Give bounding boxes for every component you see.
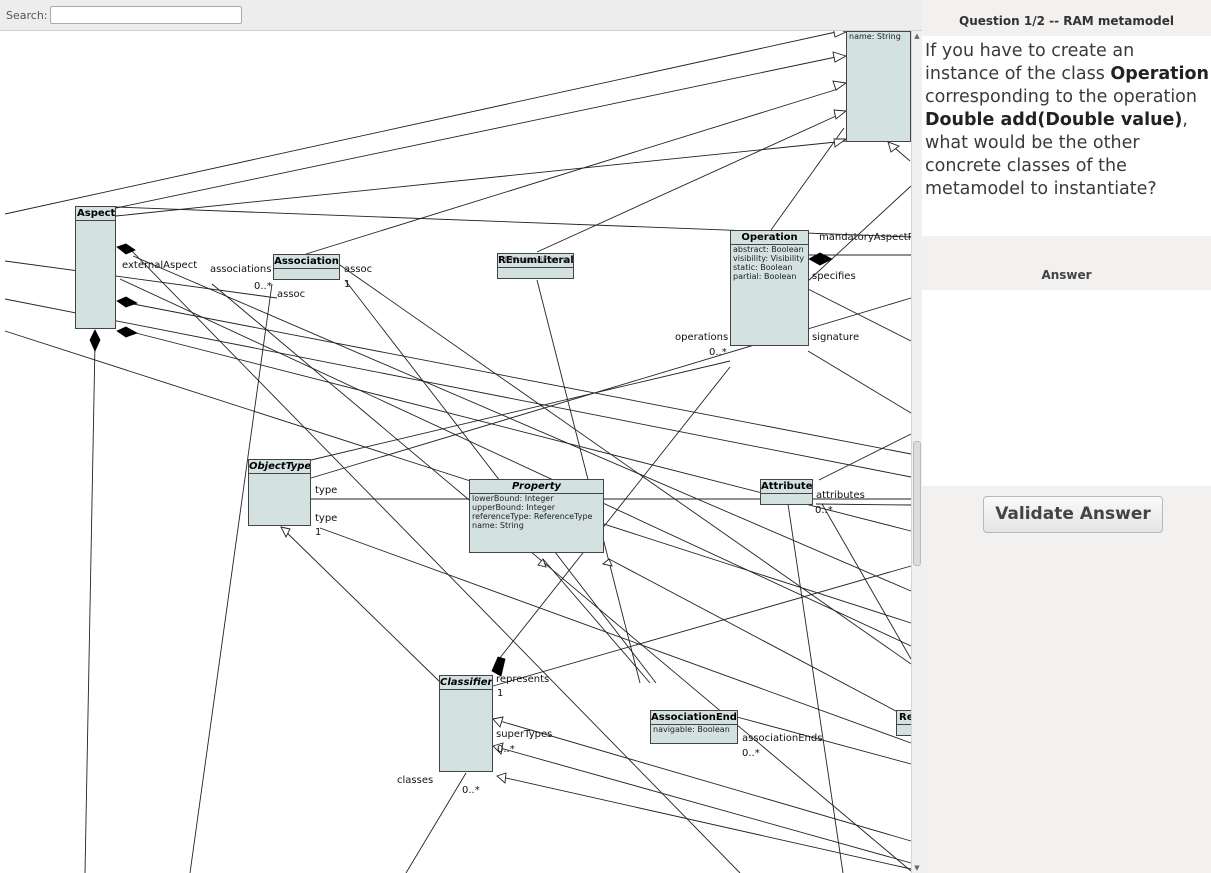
class-operation[interactable]: Operation abstract: Boolean visibility: … — [730, 230, 809, 346]
class-attribute[interactable]: Attribute — [760, 479, 813, 505]
label-multiplicity: 1 — [497, 688, 504, 699]
search-bar: Search: — [0, 0, 922, 31]
class-property-attr: upperBound: Integer — [472, 503, 556, 512]
class-renumliteral[interactable]: REnumLiteral RNamedElement — [497, 253, 574, 279]
class-property[interactable]: Property lowerBound: Integer upperBound:… — [469, 479, 604, 553]
label-multiplicity: 0..* — [815, 505, 833, 516]
scroll-up-icon[interactable]: ▲ — [912, 31, 922, 41]
class-classifier[interactable]: Classifier — [439, 675, 493, 772]
label-associationEnds: associationEnds — [742, 733, 823, 744]
label-attributes: attributes — [816, 490, 865, 501]
question-text-part: corresponding to the operation — [925, 87, 1197, 107]
answer-header: Answer — [1041, 268, 1092, 282]
question-text-part: If you have to create an instance of the… — [925, 41, 1135, 84]
class-operation-attr: visibility: Visibility — [733, 254, 805, 263]
question-body: If you have to create an instance of the… — [922, 36, 1211, 236]
class-property-attr: name: String — [472, 521, 524, 530]
class-objecttype-title: ObjectType — [249, 461, 310, 474]
label-associations: associations — [210, 264, 272, 275]
validate-answer-button[interactable]: Validate Answer — [983, 496, 1163, 533]
label-classes: classes — [397, 775, 434, 786]
class-aspect-title: Aspect — [76, 208, 115, 221]
class-association-title: Association — [274, 256, 339, 269]
class-operation-attr: static: Boolean — [733, 263, 793, 272]
scroll-down-icon[interactable]: ▼ — [912, 863, 922, 873]
class-property-title: Property — [470, 480, 603, 494]
class-re-partial[interactable]: Re — [896, 710, 912, 736]
label-signature: signature — [812, 332, 860, 343]
class-operation-title: Operation — [731, 231, 808, 245]
class-associationend[interactable]: AssociationEnd navigable: Boolean — [650, 710, 738, 744]
scrollbar-thumb[interactable] — [913, 441, 921, 566]
class-aspect[interactable]: Aspect — [75, 206, 116, 329]
question-operation-signature: Double add(Double value) — [925, 110, 1183, 130]
class-attribute-title: Attribute — [761, 481, 812, 494]
class-top-unnamed[interactable]: name: String — [846, 31, 911, 142]
class-renumliteral-title: REnumLiteral RNamedElement — [498, 254, 573, 268]
label-multiplicity: 1 — [344, 279, 351, 290]
search-label: Search: — [6, 9, 48, 22]
class-associationend-title: AssociationEnd — [651, 712, 737, 725]
class-association[interactable]: Association — [273, 254, 340, 280]
search-input[interactable] — [50, 6, 242, 24]
answer-area[interactable] — [922, 290, 1211, 486]
label-mandatoryAspectP: mandatoryAspectP — [819, 232, 914, 243]
label-operations: operations — [675, 332, 729, 343]
class-operation-attr: partial: Boolean — [733, 272, 797, 281]
question-text: If you have to create an instance of the… — [925, 40, 1211, 201]
label-multiplicity: 0..* — [709, 347, 727, 358]
question-header: Question 1/2 -- RAM metamodel — [922, 6, 1211, 36]
class-property-attr: lowerBound: Integer — [472, 494, 554, 503]
label-superTypes: superTypes — [496, 729, 553, 740]
class-renumliteral-overlap: RNamedElement — [504, 256, 573, 266]
label-multiplicity: 0..* — [462, 785, 480, 796]
label-assoc: assoc — [344, 264, 373, 275]
diagram-panel: Search: name: String Aspect Association … — [0, 0, 922, 873]
label-type: type — [315, 485, 338, 496]
class-associationend-attr: navigable: Boolean — [653, 725, 730, 734]
question-class-name: Operation — [1110, 64, 1209, 84]
label-multiplicity: 0..* — [742, 748, 760, 759]
label-represents: represents — [496, 674, 550, 685]
label-multiplicity: 0..* — [497, 744, 515, 755]
question-panel: Question 1/2 -- RAM metamodel If you hav… — [922, 0, 1211, 873]
class-operation-attr: abstract: Boolean — [733, 245, 804, 254]
label-specifies: specifies — [812, 271, 856, 282]
diagram-vertical-scrollbar[interactable]: ▲ ▼ — [911, 31, 922, 873]
label-externalAspect: externalAspect — [122, 260, 198, 271]
label-type: type — [315, 513, 338, 524]
class-objecttype[interactable]: ObjectType — [248, 459, 311, 526]
class-property-attr: referenceType: ReferenceType — [472, 512, 593, 521]
label-assoc: assoc — [277, 289, 306, 300]
label-multiplicity: 0..* — [254, 281, 272, 292]
class-top-attr: name: String — [849, 32, 901, 41]
label-multiplicity: 1 — [315, 527, 322, 538]
class-classifier-title: Classifier — [440, 677, 492, 690]
class-re-partial-title: Re — [897, 711, 912, 725]
